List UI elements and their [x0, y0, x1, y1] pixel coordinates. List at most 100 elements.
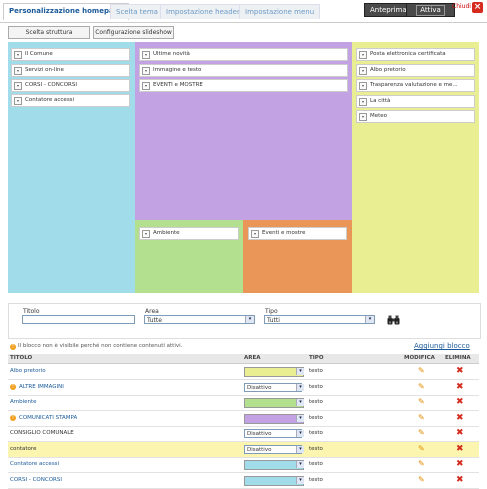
tab-impostazione-header[interactable]: Impostazione header [160, 4, 246, 19]
chevron-down-icon[interactable]: ▾ [296, 383, 304, 391]
area-select[interactable] [244, 413, 304, 424]
delete-icon[interactable]: ✖ [456, 460, 465, 469]
chevron-down-icon[interactable]: ▾ [359, 51, 367, 59]
chevron-down-icon[interactable]: ▾ [359, 98, 367, 106]
block-label: Ambiente [153, 230, 180, 236]
delete-icon[interactable]: ✖ [456, 429, 465, 438]
delete-icon[interactable]: ✖ [456, 413, 465, 423]
row-title-link[interactable]: contatore [10, 446, 36, 452]
chevron-down-icon[interactable]: ▾ [359, 82, 367, 90]
area-select[interactable]: Disattivo [244, 382, 302, 392]
edit-icon[interactable]: ✎ [418, 367, 426, 375]
block-label: La città [370, 98, 391, 104]
scelta-struttura-button[interactable]: Scelta struttura [8, 26, 90, 39]
area-select-value: Disattivo [247, 431, 272, 437]
title-filter-input[interactable] [22, 315, 135, 324]
type-filter-value: Tutti [267, 317, 280, 324]
info-text: Il blocco non è visibile perché non cont… [18, 343, 183, 349]
table-row: Ambiente ▾ testo ✎ ✖ [8, 395, 479, 411]
block-servizi-on-line[interactable]: ▾ Servizi on-line [11, 64, 130, 77]
block-immagine-e-testo[interactable]: ▾ Immagine e testo [139, 64, 348, 77]
preview-button[interactable]: Anteprima [364, 3, 409, 17]
block-meteo[interactable]: ▾ Meteo [356, 110, 475, 123]
delete-icon[interactable]: ✖ [456, 367, 465, 376]
area-filter-label: Area [145, 308, 159, 315]
chevron-down-icon[interactable]: ▾ [14, 97, 22, 105]
block-albo-pretorio[interactable]: ▾ Albo pretorio [356, 64, 475, 77]
row-title-link[interactable]: CORSI - CONCORSI [10, 477, 62, 483]
chevron-down-icon[interactable]: ▾ [142, 67, 150, 75]
edit-icon[interactable]: ✎ [418, 475, 426, 484]
row-title-link[interactable]: ALTRE IMMAGINI [19, 384, 64, 390]
area-select[interactable] [244, 398, 304, 408]
area-select[interactable]: Disattivo [244, 444, 302, 454]
tab-scelta-tema[interactable]: Scelta tema [110, 4, 164, 19]
chevron-down-icon[interactable]: ▾ [251, 230, 259, 238]
chevron-down-icon[interactable]: ▾ [296, 399, 304, 406]
chevron-down-icon[interactable]: ▾ [296, 445, 304, 453]
block-trasparenza[interactable]: ▾ Trasparenza valutazione e me... [356, 79, 475, 92]
chevron-down-icon[interactable]: ▾ [296, 430, 304, 437]
tab-impostazione-menu[interactable]: Impostazione menu [239, 4, 321, 19]
area-select[interactable]: Disattivo [244, 429, 302, 438]
table-row: ! COMUNICATI STAMPA ▾ testo ✎ ✖ [8, 411, 479, 427]
delete-icon[interactable]: ✖ [456, 382, 465, 392]
delete-icon[interactable]: ✖ [456, 475, 465, 485]
chevron-down-icon[interactable]: ▾ [359, 67, 367, 75]
chevron-down-icon[interactable]: ▾ [359, 113, 367, 121]
chevron-down-icon[interactable]: ▾ [14, 67, 22, 75]
row-title-link[interactable]: Ambiente [10, 399, 37, 405]
row-title-link[interactable]: CONSIGLIO COMUNALE [10, 430, 74, 436]
chevron-down-icon[interactable]: ▾ [296, 461, 304, 468]
chevron-down-icon[interactable]: ▾ [14, 82, 22, 90]
block-label: Immagine e testo [153, 67, 202, 73]
chevron-down-icon[interactable]: ▾ [296, 414, 304, 422]
edit-icon[interactable]: ✎ [418, 413, 426, 422]
row-title-link[interactable]: COMUNICATI STAMPA [19, 415, 77, 421]
chevron-down-icon[interactable]: ▾ [14, 51, 22, 59]
activate-button[interactable]: Attiva [406, 3, 455, 17]
row-type: testo [309, 476, 323, 483]
delete-icon[interactable]: ✖ [456, 398, 465, 407]
area-select[interactable] [244, 475, 304, 486]
block-la-citta[interactable]: ▾ La città [356, 95, 475, 108]
delete-icon[interactable]: ✖ [456, 444, 465, 454]
edit-icon[interactable]: ✎ [418, 382, 426, 391]
block-posta-elettronica[interactable]: ▾ Posta elettronica certificata [356, 48, 475, 61]
edit-icon[interactable]: ✎ [418, 444, 426, 453]
type-filter-select[interactable]: Tutti ▾ [264, 315, 375, 324]
row-title-link[interactable]: Albo pretorio [10, 368, 46, 374]
chevron-down-icon[interactable]: ▾ [142, 82, 150, 90]
add-block-link[interactable]: Aggiungi blocco [414, 342, 470, 350]
row-title-link[interactable]: Contatore accessi [10, 461, 59, 467]
block-label: Albo pretorio [370, 67, 406, 73]
table-row: contatore Disattivo ▾ testo ✎ ✖ [8, 441, 479, 458]
block-corsi-concorsi[interactable]: ▾ CORSI - CONCORSI [11, 79, 130, 92]
area-select[interactable] [244, 367, 304, 377]
table-row: CONSIGLIO COMUNALE Disattivo ▾ testo ✎ ✖ [8, 426, 479, 442]
block-eventi-e-mostre[interactable]: ▾ EVENTI e MOSTRE [139, 79, 348, 92]
edit-icon[interactable]: ✎ [418, 398, 426, 406]
title-filter-label: Titolo [23, 308, 40, 315]
chevron-down-icon[interactable]: ▾ [296, 476, 304, 484]
close-icon[interactable]: × [472, 2, 483, 13]
chevron-down-icon[interactable]: ▾ [142, 230, 150, 238]
chevron-down-icon[interactable]: ▾ [296, 368, 304, 375]
edit-icon[interactable]: ✎ [418, 429, 426, 437]
configurazione-slideshow-button[interactable]: Configurazione slideshow [93, 26, 174, 39]
col-edit-header: MODIFICA [404, 355, 435, 361]
edit-icon[interactable]: ✎ [418, 460, 426, 468]
block-label: Eventi e mostre [262, 230, 306, 236]
block-il-comune[interactable]: ▾ Il Comune [11, 48, 130, 61]
block-ambiente[interactable]: ▾ Ambiente [139, 227, 239, 240]
warning-badge: ! [10, 383, 18, 390]
block-eventi-mostre-bottom[interactable]: ▾ Eventi e mostre [248, 227, 347, 240]
area-select[interactable] [244, 460, 304, 470]
close-link[interactable]: Chiudi [452, 3, 471, 10]
chevron-down-icon[interactable]: ▾ [142, 51, 150, 59]
block-label: Trasparenza valutazione e me... [370, 82, 458, 88]
block-ultime-novita[interactable]: ▾ Ultime novità [139, 48, 348, 61]
area-filter-select[interactable]: Tutte ▾ [144, 315, 255, 324]
binoculars-icon[interactable] [387, 315, 400, 325]
block-contatore-accessi[interactable]: ▾ Contatore accessi [11, 94, 130, 107]
